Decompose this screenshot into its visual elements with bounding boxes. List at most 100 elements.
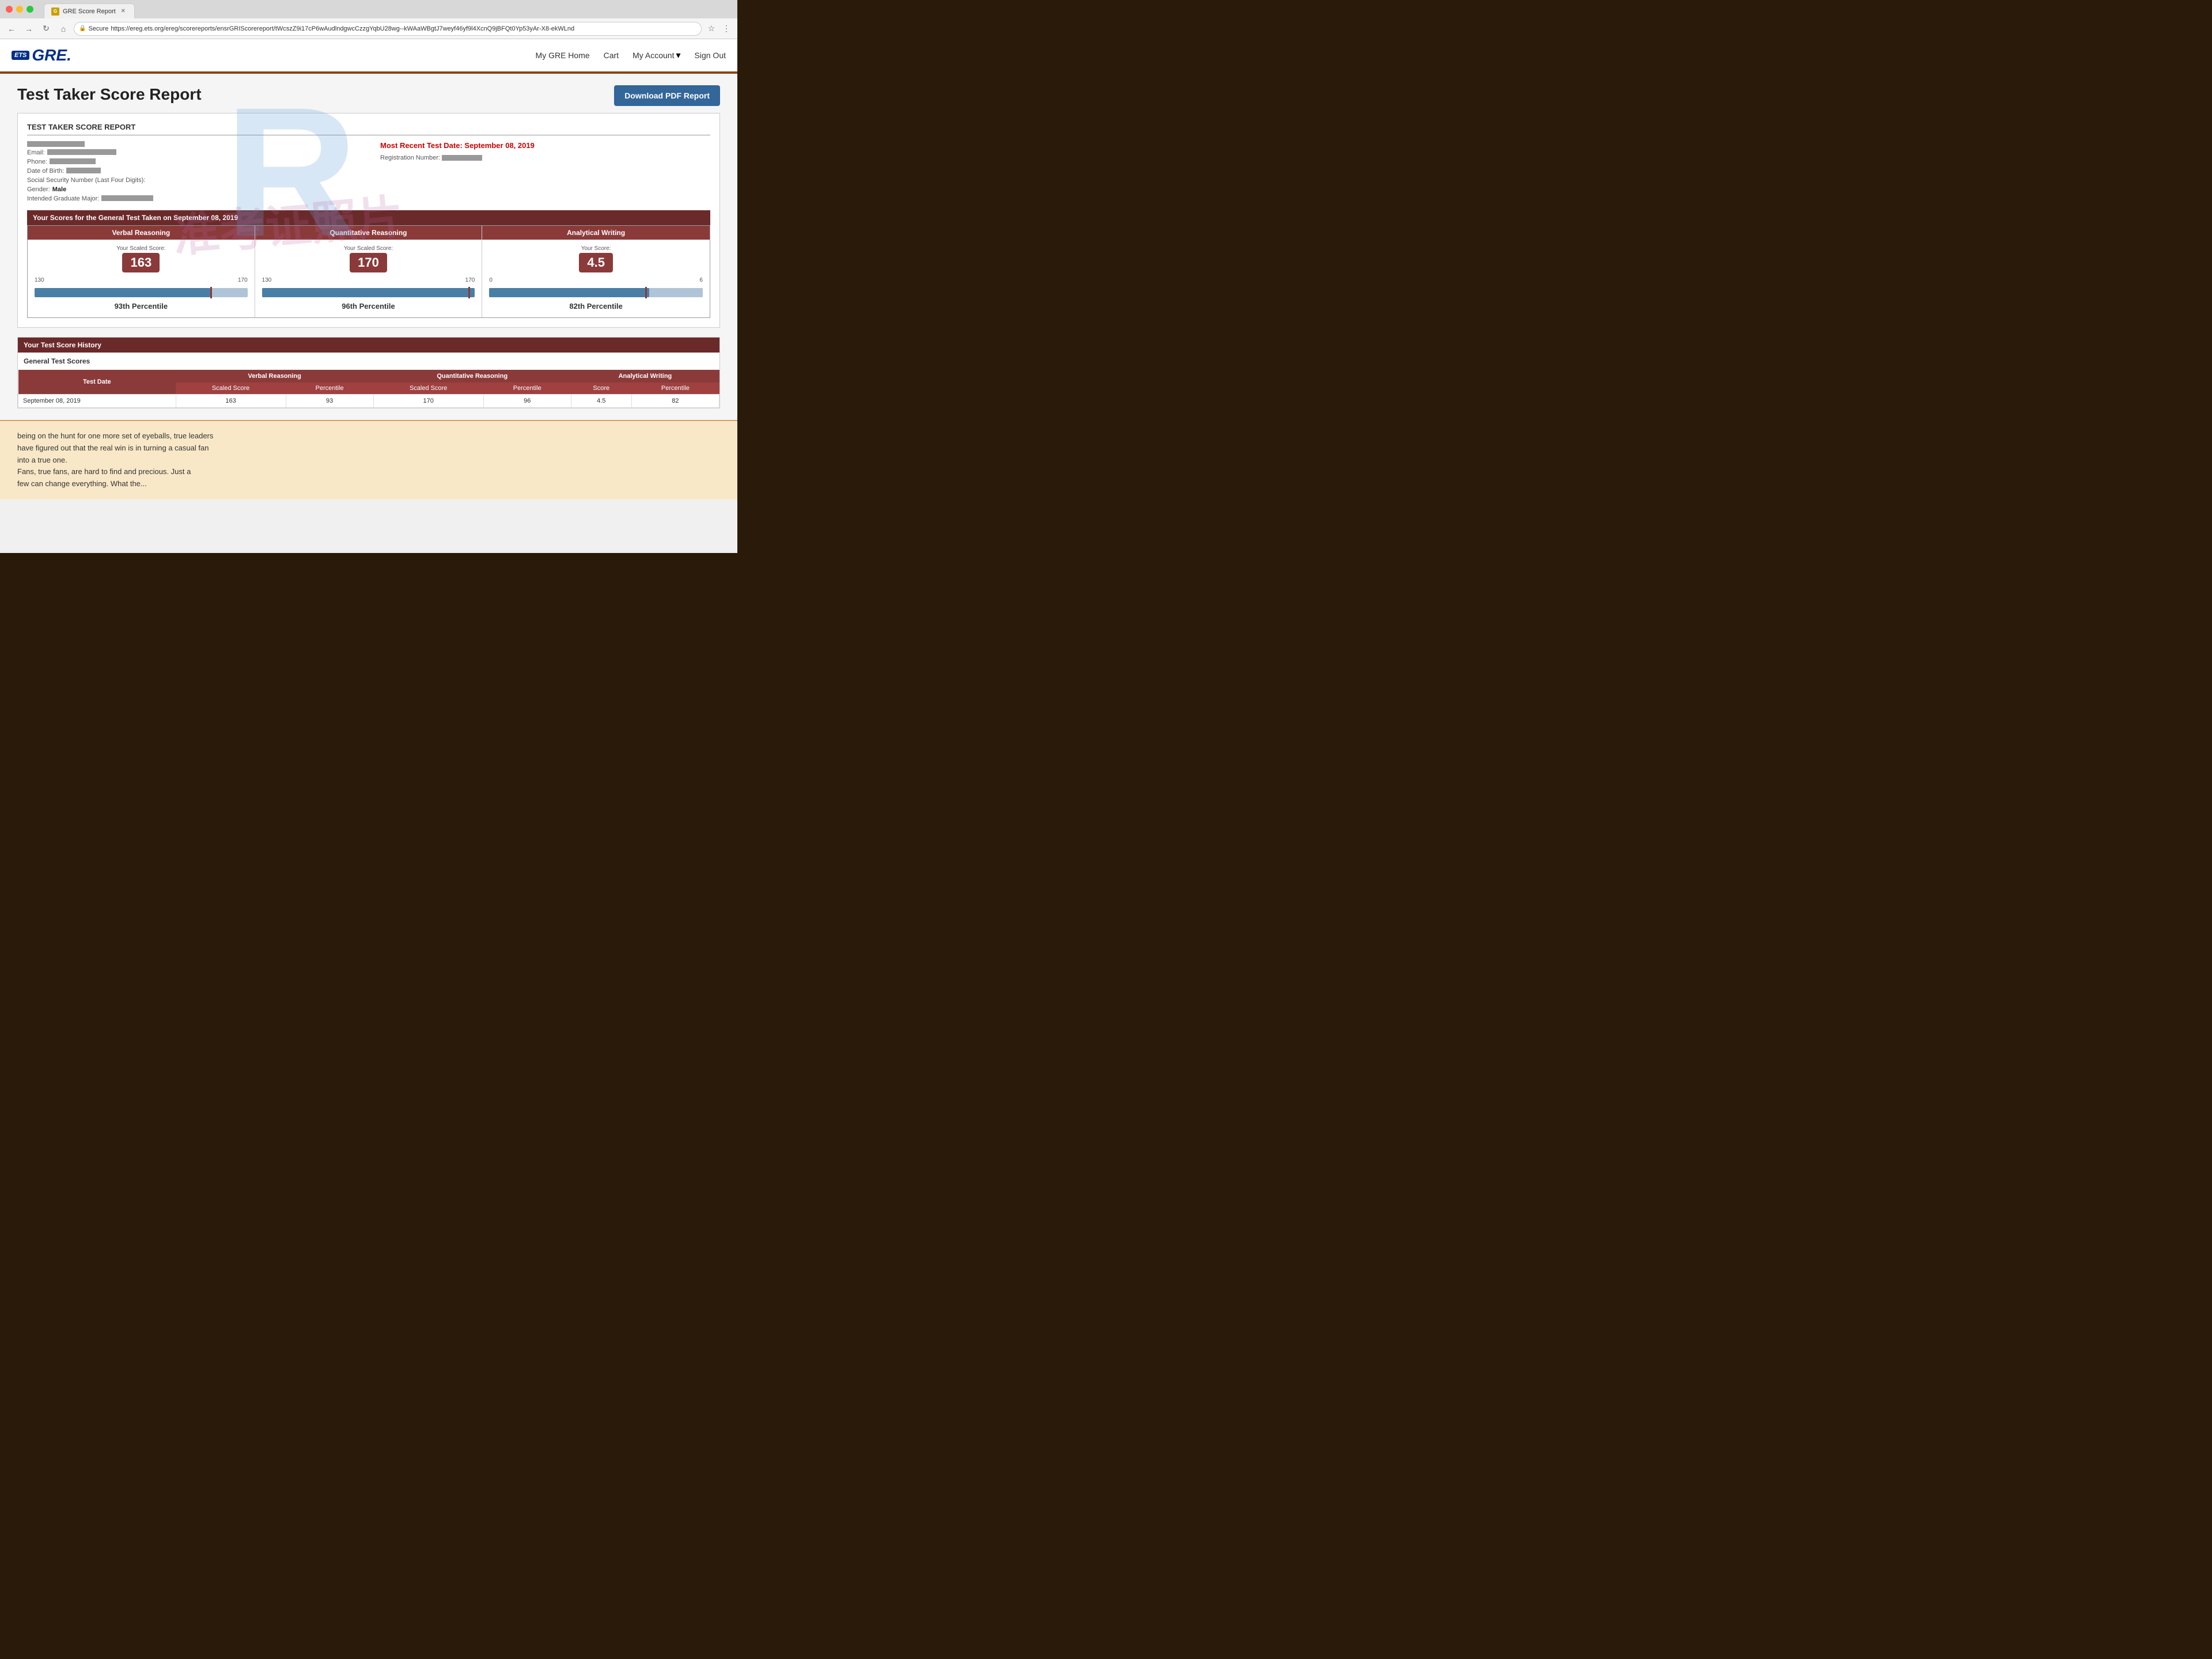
aw-score-badge: 4.5 bbox=[579, 253, 613, 272]
row1-date: September 08, 2019 bbox=[18, 395, 176, 408]
book-line-3: into a true one. bbox=[17, 454, 720, 467]
aw-score-section: Analytical Writing Your Score: 4.5 0 6 8… bbox=[482, 226, 710, 317]
verbal-section-header: Verbal Reasoning bbox=[28, 226, 255, 240]
quant-score-label: Your Scaled Score: bbox=[262, 245, 475, 252]
url-text: https://ereg.ets.org/ereg/scorereports/e… bbox=[111, 25, 574, 32]
verbal-score-bar bbox=[35, 288, 248, 297]
my-account-link[interactable]: My Account bbox=[632, 51, 674, 60]
my-gre-home-link[interactable]: My GRE Home bbox=[536, 51, 590, 60]
gender-label: Gender: bbox=[27, 186, 50, 193]
secure-label: Secure bbox=[88, 25, 108, 32]
col-verbal-pct: Percentile bbox=[286, 382, 373, 395]
verbal-max: 170 bbox=[238, 277, 248, 283]
book-line-4: Fans, true fans, are hard to find and pr… bbox=[17, 466, 720, 478]
row1-verbal-score: 163 bbox=[176, 395, 286, 408]
main-area: R 准考证照片 Test Taker Score Report Download… bbox=[0, 74, 737, 420]
download-pdf-button[interactable]: Download PDF Report bbox=[614, 85, 720, 106]
reload-button[interactable]: ↻ bbox=[39, 22, 53, 36]
aw-max: 6 bbox=[699, 277, 703, 283]
aw-score-bar bbox=[489, 288, 703, 297]
settings-icon[interactable]: ⋮ bbox=[720, 22, 733, 35]
col-verbal-scaled: Scaled Score bbox=[176, 382, 286, 395]
ssn-line: Social Security Number (Last Four Digits… bbox=[27, 177, 357, 184]
book-text-area: being on the hunt for one more set of ey… bbox=[0, 420, 737, 499]
close-window-button[interactable] bbox=[6, 6, 13, 13]
back-button[interactable]: ← bbox=[5, 22, 18, 36]
book-line-2: have figured out that the real win is in… bbox=[17, 442, 720, 454]
score-report-box: TEST TAKER SCORE REPORT Email: Phone: bbox=[17, 113, 720, 328]
phone-label: Phone: bbox=[27, 158, 47, 165]
minimize-window-button[interactable] bbox=[16, 6, 23, 13]
forward-button[interactable]: → bbox=[22, 22, 36, 36]
row1-aw-score: 4.5 bbox=[571, 395, 631, 408]
registration-value bbox=[442, 155, 482, 161]
quant-score-badge: 170 bbox=[350, 253, 387, 272]
history-section: Your Test Score History General Test Sco… bbox=[17, 337, 720, 408]
phone-line: Phone: bbox=[27, 158, 357, 165]
name-redacted bbox=[27, 141, 85, 147]
general-test-header: Your Scores for the General Test Taken o… bbox=[27, 210, 710, 225]
home-button[interactable]: ⌂ bbox=[56, 22, 70, 36]
quant-score-range: 130 170 bbox=[262, 277, 475, 283]
quant-max: 170 bbox=[465, 277, 475, 283]
traffic-lights bbox=[6, 6, 33, 13]
aw-percentile: 82th Percentile bbox=[489, 302, 703, 310]
gre-logo-text: GRE. bbox=[32, 46, 71, 65]
score-report-section-title: TEST TAKER SCORE REPORT bbox=[27, 123, 710, 135]
quant-percentile: 96th Percentile bbox=[262, 302, 475, 310]
aw-score-label: Your Score: bbox=[489, 245, 703, 252]
email-line: Email: bbox=[27, 149, 357, 156]
row1-quant-pct: 96 bbox=[483, 395, 571, 408]
aw-bar-fill bbox=[489, 288, 649, 297]
scores-container: Verbal Reasoning Your Scaled Score: 163 … bbox=[27, 225, 710, 318]
gre-navigation: My GRE Home Cart My Account ▾ Sign Out bbox=[536, 50, 726, 61]
phone-value bbox=[50, 158, 96, 164]
quant-score-bar bbox=[262, 288, 475, 297]
ets-badge: ETS bbox=[12, 51, 29, 60]
most-recent-label: Most Recent Test Date: bbox=[380, 141, 464, 150]
tab-title: GRE Score Report bbox=[63, 8, 116, 15]
col-test-date: Test Date bbox=[18, 370, 176, 395]
gender-value: Male bbox=[52, 186, 66, 193]
table-row: September 08, 2019 163 93 170 96 4.5 82 bbox=[18, 395, 719, 408]
col-quant-pct: Percentile bbox=[483, 382, 571, 395]
browser-titlebar: G GRE Score Report ✕ bbox=[0, 0, 737, 18]
history-header: Your Test Score History bbox=[18, 338, 719, 353]
aw-section-header: Analytical Writing bbox=[482, 226, 710, 240]
address-bar[interactable]: 🔒 Secure https://ereg.ets.org/ereg/score… bbox=[74, 22, 702, 36]
book-line-1: being on the hunt for one more set of ey… bbox=[17, 430, 720, 442]
browser-toolbar: ← → ↻ ⌂ 🔒 Secure https://ereg.ets.org/er… bbox=[0, 18, 737, 39]
gre-header: ETS GRE. My GRE Home Cart My Account ▾ S… bbox=[0, 39, 737, 74]
report-info-right: Most Recent Test Date: September 08, 201… bbox=[369, 141, 710, 204]
sign-out-link[interactable]: Sign Out bbox=[695, 51, 726, 60]
maximize-window-button[interactable] bbox=[26, 6, 33, 13]
aw-bar-marker bbox=[645, 287, 647, 298]
dob-line: Date of Birth: bbox=[27, 168, 357, 175]
name-line bbox=[27, 141, 357, 147]
email-label: Email: bbox=[27, 149, 45, 156]
tab-favicon: G bbox=[51, 7, 59, 16]
tab-close-button[interactable]: ✕ bbox=[119, 7, 127, 16]
verbal-score-label: Your Scaled Score: bbox=[35, 245, 248, 252]
gender-line: Gender: Male bbox=[27, 186, 357, 193]
col-quant-header: Quantitative Reasoning bbox=[373, 370, 571, 382]
active-tab[interactable]: G GRE Score Report ✕ bbox=[44, 3, 135, 18]
my-account-dropdown[interactable]: My Account ▾ bbox=[632, 50, 680, 61]
ssn-label: Social Security Number (Last Four Digits… bbox=[27, 177, 145, 184]
grad-major-value bbox=[101, 195, 153, 201]
dropdown-arrow-icon: ▾ bbox=[676, 50, 680, 61]
quant-bar-fill bbox=[262, 288, 475, 297]
secure-icon: 🔒 bbox=[79, 25, 86, 32]
page-content: ETS GRE. My GRE Home Cart My Account ▾ S… bbox=[0, 39, 737, 553]
col-aw-header: Analytical Writing bbox=[571, 370, 719, 382]
col-aw-pct: Percentile bbox=[631, 382, 719, 395]
toolbar-actions: ☆ ⋮ bbox=[705, 22, 733, 35]
bookmark-icon[interactable]: ☆ bbox=[705, 22, 718, 35]
verbal-score-range: 130 170 bbox=[35, 277, 248, 283]
registration-line: Registration Number: bbox=[380, 154, 710, 161]
verbal-min: 130 bbox=[35, 277, 44, 283]
grad-major-line: Intended Graduate Major: bbox=[27, 195, 357, 202]
report-info-left: Email: Phone: Date of Birth: Social Secu… bbox=[27, 141, 369, 204]
cart-link[interactable]: Cart bbox=[604, 51, 619, 60]
registration-label: Registration Number: bbox=[380, 154, 440, 161]
